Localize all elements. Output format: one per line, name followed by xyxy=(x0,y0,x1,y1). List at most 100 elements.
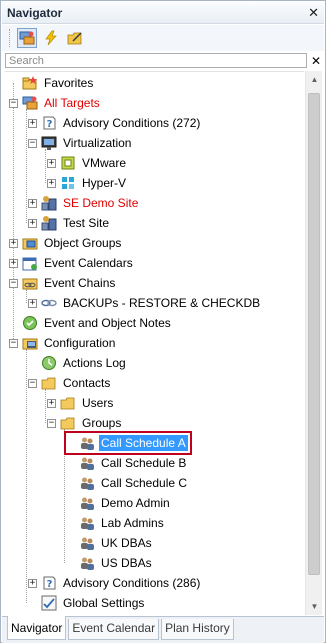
advisory-icon: ? xyxy=(41,115,57,131)
group-icon xyxy=(79,495,95,511)
advisory-icon: ? xyxy=(41,575,57,591)
tree-node-call-schedule-c[interactable]: Call Schedule C xyxy=(66,473,189,493)
expand-icon[interactable]: + xyxy=(9,258,18,268)
tree-node-vmware[interactable]: + VMware xyxy=(47,153,128,173)
tree-node-event-calendars[interactable]: + Event Calendars xyxy=(9,253,135,273)
collapse-icon[interactable]: − xyxy=(28,378,37,388)
tree-node-actions-log[interactable]: Actions Log xyxy=(28,353,128,373)
tree-node-object-groups[interactable]: + Object Groups xyxy=(9,233,123,253)
tree-node-label: Contacts xyxy=(63,376,111,390)
collapse-icon[interactable]: − xyxy=(47,418,56,428)
search-bar: ✕ xyxy=(5,53,323,68)
favorites-icon xyxy=(22,75,38,91)
tree-node-event-chains[interactable]: − Event Chains xyxy=(9,273,117,293)
calendar-icon xyxy=(22,255,38,271)
hyperv-icon xyxy=(60,175,76,191)
tree-node-global-settings[interactable]: Global Settings xyxy=(28,593,146,613)
svg-text:?: ? xyxy=(47,579,53,590)
tree-node-groups[interactable]: − Groups xyxy=(47,413,123,433)
clear-search-icon[interactable]: ✕ xyxy=(311,54,321,68)
scroll-up-icon[interactable]: ▲ xyxy=(306,71,323,88)
collapse-icon[interactable]: − xyxy=(9,278,18,288)
collapse-icon[interactable]: − xyxy=(9,338,18,348)
tree-node-label: Event Calendars xyxy=(44,256,133,270)
collapse-icon[interactable]: − xyxy=(28,138,37,148)
group-icon xyxy=(79,535,95,551)
tree-node-virtualization[interactable]: − Virtualization xyxy=(28,133,133,153)
scrollbar-thumb[interactable] xyxy=(308,93,320,575)
tree-node-call-schedule-b[interactable]: Call Schedule B xyxy=(66,453,188,473)
expand-icon[interactable]: + xyxy=(28,218,37,228)
tree-node-label: UK DBAs xyxy=(101,536,152,550)
tree-node-label: Test Site xyxy=(63,216,110,230)
tree-node-hyper-v[interactable]: + Hyper-V xyxy=(47,173,128,193)
expand-icon[interactable]: + xyxy=(47,158,56,168)
expand-icon[interactable]: + xyxy=(28,578,37,588)
targets-view-button[interactable] xyxy=(17,28,37,48)
tree-node-contacts[interactable]: − Contacts xyxy=(28,373,112,393)
events-view-button[interactable] xyxy=(41,28,61,48)
monitor-icon xyxy=(41,135,57,151)
expand-icon[interactable]: + xyxy=(28,298,37,308)
config-icon xyxy=(22,335,38,351)
tree-connector-line xyxy=(26,109,27,223)
tree-node-configuration[interactable]: − Configuration xyxy=(9,333,117,353)
tree-node-advisory-conditions-272[interactable]: +? Advisory Conditions (272) xyxy=(28,113,202,133)
tree-node-label: Users xyxy=(82,396,114,410)
tab-navigator[interactable]: Navigator xyxy=(7,616,67,640)
collapse-icon[interactable]: − xyxy=(9,98,18,108)
tree-node-advisory-conditions-286[interactable]: +? Advisory Conditions (286) xyxy=(28,573,202,593)
expand-icon[interactable]: + xyxy=(47,398,56,408)
tab-event-calendar[interactable]: Event Calendar xyxy=(68,619,160,640)
tree-node-test-site[interactable]: + Test Site xyxy=(28,213,111,233)
folder-edit-button[interactable] xyxy=(65,28,85,48)
group-icon xyxy=(79,455,95,471)
search-input[interactable] xyxy=(5,53,307,68)
tree-connector-line xyxy=(26,349,27,603)
tree-node-se-demo-site[interactable]: + SE Demo Site xyxy=(28,193,140,213)
tree-node-label: Groups xyxy=(82,416,122,430)
tree-node-call-schedule-a[interactable]: Call Schedule A xyxy=(64,431,192,455)
targets-icon xyxy=(22,95,38,111)
notes-icon xyxy=(22,315,38,331)
object-groups-icon xyxy=(22,235,38,251)
chain-folder-icon xyxy=(22,275,38,291)
toolbar-grip xyxy=(9,29,13,47)
expand-icon[interactable]: + xyxy=(9,238,18,248)
tree-node-uk-dbas[interactable]: UK DBAs xyxy=(66,533,154,553)
tree-node-event-and-object-notes[interactable]: Event and Object Notes xyxy=(9,313,173,333)
group-icon xyxy=(79,555,95,571)
tree-node-label: BACKUPs - RESTORE & CHECKDB xyxy=(63,296,261,310)
svg-text:?: ? xyxy=(47,119,53,130)
navigator-tree: Favorites − All Targets +? Advisory Conditio… xyxy=(5,71,304,615)
tab-plan-history[interactable]: Plan History xyxy=(161,619,234,640)
tree-node-favorites[interactable]: Favorites xyxy=(9,73,95,93)
tree-node-us-dbas[interactable]: US DBAs xyxy=(66,553,154,573)
tree-node-label: Call Schedule C xyxy=(101,476,188,490)
vertical-scrollbar[interactable]: ▲ ▼ xyxy=(305,71,322,615)
group-icon xyxy=(79,435,95,451)
expand-icon[interactable]: + xyxy=(28,198,37,208)
folder-icon xyxy=(60,415,76,431)
expand-icon[interactable]: + xyxy=(28,118,37,128)
site-icon xyxy=(41,195,57,211)
tree-node-label: All Targets xyxy=(44,96,100,110)
tree-node-all-targets[interactable]: − All Targets xyxy=(9,93,102,113)
tree-connector-line xyxy=(13,83,14,343)
tree-node-users[interactable]: + Users xyxy=(47,393,115,413)
chain-icon xyxy=(41,295,57,311)
tree-node-label: Event and Object Notes xyxy=(44,316,171,330)
tree-node-backups-restore-checkdb[interactable]: + BACKUPs - RESTORE & CHECKDB xyxy=(28,293,262,313)
group-icon xyxy=(79,475,95,491)
expand-icon[interactable]: + xyxy=(47,178,56,188)
tree-node-demo-admin[interactable]: Demo Admin xyxy=(66,493,172,513)
tree-node-label: Event Chains xyxy=(44,276,116,290)
site-icon xyxy=(41,215,57,231)
tree-node-label: Demo Admin xyxy=(101,496,170,510)
tree-node-lab-admins[interactable]: Lab Admins xyxy=(66,513,166,533)
tree-node-label: Lab Admins xyxy=(101,516,164,530)
scroll-down-icon[interactable]: ▼ xyxy=(306,598,323,615)
bottom-tabs: Navigator Event Calendar Plan History xyxy=(2,616,324,643)
close-icon[interactable]: ✕ xyxy=(308,5,319,21)
tree-node-label: Advisory Conditions (272) xyxy=(63,116,201,130)
